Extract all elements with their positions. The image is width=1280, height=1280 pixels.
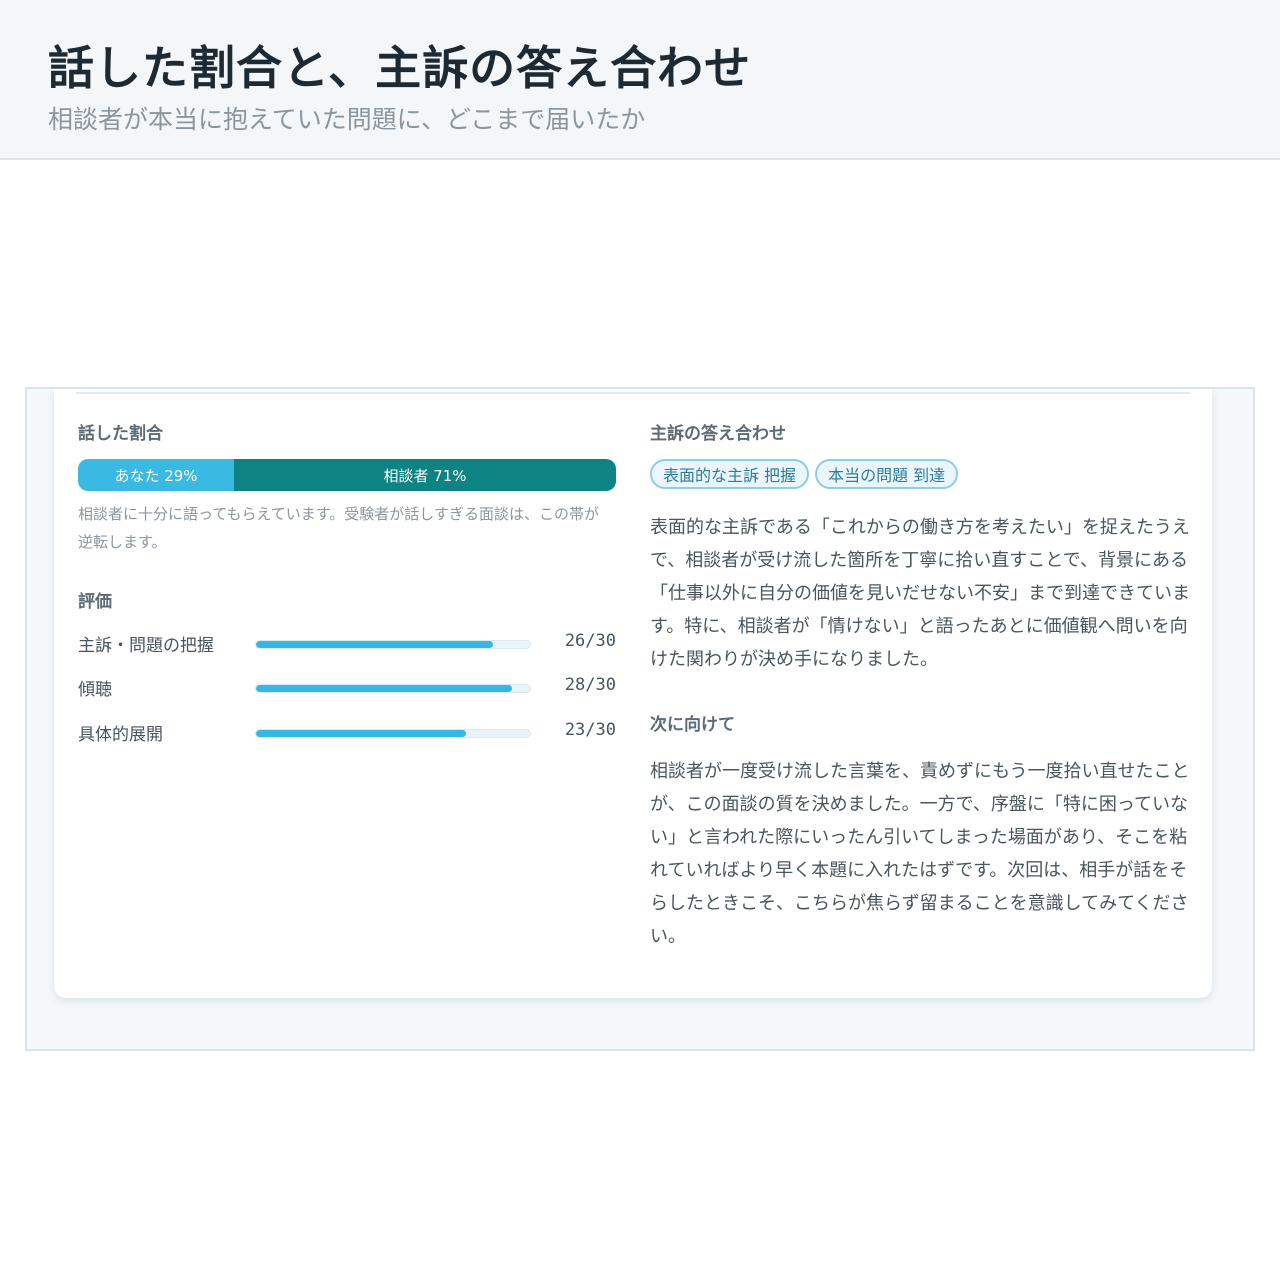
page-header: 話した割合と、主訴の答え合わせ 相談者が本当に抱えていた問題に、どこまで届いたか <box>0 0 1280 160</box>
talk-ratio-title: 話した割合 <box>78 424 163 444</box>
page-subtitle: 相談者が本当に抱えていた問題に、どこまで届いたか <box>48 105 646 134</box>
score-bar-track <box>255 729 531 738</box>
score-bar-fill <box>256 730 467 737</box>
tag-surface-complaint: 表面的な主訴 把握 <box>650 459 810 489</box>
score-bar-track <box>255 684 531 693</box>
score-label: 主訴・問題の把握 <box>78 636 214 656</box>
talk-ratio-you-segment: あなた 29% <box>78 459 235 491</box>
next-steps-title: 次に向けて <box>650 715 735 735</box>
score-value: 28/30 <box>564 675 616 695</box>
talk-ratio-note: 相談者に十分に語ってもらえています。受験者が話しすぎる面談は、この帯が逆転します… <box>78 505 599 551</box>
talk-ratio-client-segment: 相談者 71% <box>234 459 616 491</box>
complaint-tags: 表面的な主訴 把握 本当の問題 到達 <box>650 459 959 489</box>
complaint-check-body: 表面的な主訴である「これからの働き方を考えたい」を捉えたうえで、相談者が受け流し… <box>650 517 1190 670</box>
score-bar-fill <box>256 685 512 692</box>
score-row-complaint: 主訴・問題の把握 26/30 <box>78 631 616 657</box>
score-value: 23/30 <box>564 720 616 740</box>
tag-real-problem: 本当の問題 到達 <box>815 459 959 489</box>
card-divider <box>76 392 1190 394</box>
score-bar-fill <box>256 641 494 648</box>
feedback-card: 話した割合 あなた 29% 相談者 71% 相談者に十分に語ってもらえています。… <box>54 389 1212 998</box>
page-title: 話した割合と、主訴の答え合わせ <box>48 41 752 95</box>
score-label: 具体的展開 <box>78 725 163 745</box>
score-row-listening: 傾聴 28/30 <box>78 675 616 701</box>
evaluation-title: 評価 <box>78 592 112 612</box>
score-value: 26/30 <box>564 631 616 651</box>
talk-ratio-bar: あなた 29% 相談者 71% <box>78 459 616 491</box>
score-row-development: 具体的展開 23/30 <box>78 720 616 746</box>
score-bar-track <box>255 640 531 649</box>
next-steps-body: 相談者が一度受け流した言葉を、責めずにもう一度拾い直せたことが、この面談の質を決… <box>650 761 1190 947</box>
complaint-check-title: 主訴の答え合わせ <box>650 424 786 444</box>
score-label: 傾聴 <box>78 680 112 700</box>
